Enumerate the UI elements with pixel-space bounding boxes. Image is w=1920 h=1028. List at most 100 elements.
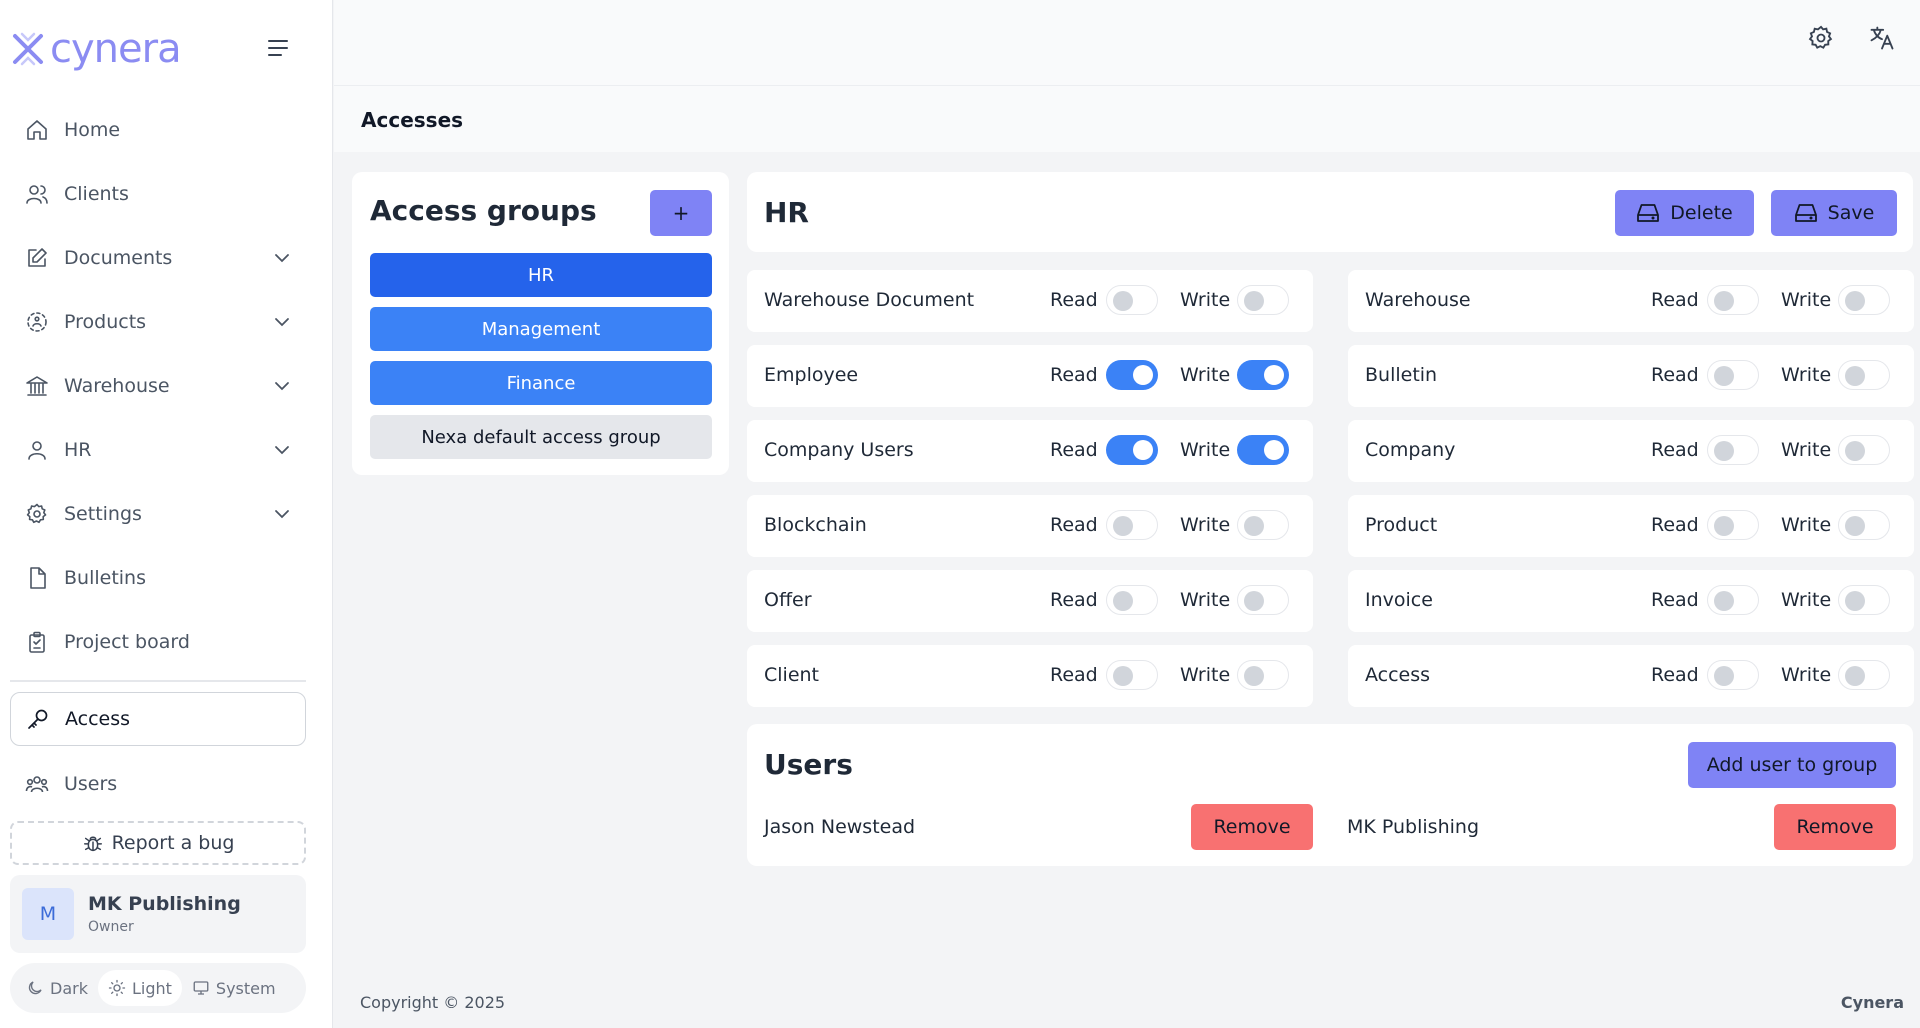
read-toggle[interactable] — [1707, 285, 1759, 315]
brand-logo[interactable]: cynera — [10, 26, 182, 72]
write-toggle[interactable] — [1237, 585, 1289, 615]
key-icon — [25, 706, 51, 732]
translate-icon[interactable] — [1868, 24, 1896, 52]
permission-row: Invoice Read Write — [1348, 570, 1914, 632]
theme-light-label: Light — [131, 978, 172, 998]
read-toggle[interactable] — [1106, 285, 1158, 315]
remove-user-button[interactable]: Remove — [1191, 804, 1313, 850]
users-icon — [24, 181, 50, 207]
write-toggle[interactable] — [1838, 585, 1890, 615]
chevron-down-icon[interactable] — [272, 376, 292, 396]
permission-row: Company Users Read Write — [747, 420, 1313, 482]
read-toggle[interactable] — [1106, 510, 1158, 540]
access-group-item[interactable]: Finance — [370, 361, 712, 405]
sidebar-item-label: Project board — [64, 631, 190, 653]
read-label: Read — [1050, 364, 1098, 386]
chevron-down-icon[interactable] — [272, 248, 292, 268]
access-group-item[interactable]: Management — [370, 307, 712, 351]
write-toggle[interactable] — [1838, 360, 1890, 390]
footer-brand: Cynera — [1840, 993, 1904, 1012]
chevron-down-icon[interactable] — [272, 312, 292, 332]
sidebar-item-label: Access — [65, 708, 131, 730]
sidebar-item-project-board[interactable]: Project board — [10, 610, 306, 674]
write-toggle[interactable] — [1237, 360, 1289, 390]
sidebar-item-access[interactable]: Access — [10, 692, 306, 746]
write-toggle[interactable] — [1838, 435, 1890, 465]
write-toggle[interactable] — [1237, 435, 1289, 465]
profile-role: Owner — [88, 919, 134, 935]
permission-name: Invoice — [1365, 589, 1433, 611]
sidebar-item-documents[interactable]: Documents — [10, 226, 306, 290]
write-label: Write — [1180, 289, 1231, 311]
write-toggle[interactable] — [1237, 660, 1289, 690]
menu-toggle-icon[interactable] — [268, 40, 294, 62]
write-label: Write — [1180, 664, 1231, 686]
monitor-icon — [193, 981, 209, 995]
permission-name: Warehouse — [1365, 289, 1471, 311]
save-button[interactable]: Save — [1771, 190, 1897, 236]
add-group-button[interactable]: + — [650, 190, 712, 236]
read-label: Read — [1651, 439, 1699, 461]
sun-icon — [108, 979, 126, 997]
gear-icon[interactable] — [1807, 24, 1835, 52]
remove-user-button[interactable]: Remove — [1774, 804, 1896, 850]
sidebar-item-bulletins[interactable]: Bulletins — [10, 546, 306, 610]
read-toggle[interactable] — [1707, 585, 1759, 615]
permission-row: Warehouse Document Read Write — [747, 270, 1313, 332]
clipboard-icon — [24, 629, 50, 655]
user-profile-card[interactable]: M MK Publishing Owner — [10, 875, 306, 953]
sidebar-item-label: Bulletins — [64, 567, 146, 589]
group-detail-header: HR Delete Save — [747, 172, 1913, 252]
write-label: Write — [1781, 364, 1832, 386]
sidebar-item-warehouse[interactable]: Warehouse — [10, 354, 306, 418]
read-label: Read — [1651, 364, 1699, 386]
permission-name: Warehouse Document — [764, 289, 975, 311]
report-bug-button[interactable]: Report a bug — [10, 821, 306, 865]
brand-name: cynera — [50, 26, 182, 72]
chevron-down-icon[interactable] — [272, 440, 292, 460]
read-label: Read — [1050, 514, 1098, 536]
read-label: Read — [1050, 664, 1098, 686]
sidebar-item-clients[interactable]: Clients — [10, 162, 306, 226]
theme-dark-label: Dark — [50, 978, 88, 998]
permission-row: Bulletin Read Write — [1348, 345, 1914, 407]
read-toggle[interactable] — [1106, 360, 1158, 390]
group-detail-title: HR — [764, 196, 809, 229]
write-toggle[interactable] — [1237, 285, 1289, 315]
theme-system-option[interactable]: System — [182, 970, 286, 1006]
page-title: Accesses — [361, 108, 464, 132]
write-toggle[interactable] — [1838, 660, 1890, 690]
read-toggle[interactable] — [1707, 435, 1759, 465]
access-group-item[interactable]: Nexa default access group — [370, 415, 712, 459]
read-toggle[interactable] — [1707, 360, 1759, 390]
permission-row: Access Read Write — [1348, 645, 1914, 707]
read-toggle[interactable] — [1707, 510, 1759, 540]
sidebar-item-users[interactable]: Users — [10, 752, 306, 816]
write-toggle[interactable] — [1838, 510, 1890, 540]
access-group-item[interactable]: HR — [370, 253, 712, 297]
sidebar-item-hr[interactable]: HR — [10, 418, 306, 482]
write-toggle[interactable] — [1838, 285, 1890, 315]
write-label: Write — [1781, 589, 1832, 611]
sidebar-users-wrap: Users — [10, 752, 306, 816]
read-toggle[interactable] — [1707, 660, 1759, 690]
write-label: Write — [1180, 364, 1231, 386]
group-icon — [24, 771, 50, 797]
add-user-to-group-button[interactable]: Add user to group — [1688, 742, 1896, 788]
delete-button[interactable]: Delete — [1615, 190, 1754, 236]
sidebar-item-home[interactable]: Home — [10, 98, 306, 162]
permission-name: Employee — [764, 364, 859, 386]
drive-icon — [1637, 204, 1660, 222]
sidebar-item-label: Documents — [64, 247, 173, 269]
sidebar-item-settings[interactable]: Settings — [10, 482, 306, 546]
read-toggle[interactable] — [1106, 435, 1158, 465]
read-toggle[interactable] — [1106, 585, 1158, 615]
theme-light-option[interactable]: Light — [97, 970, 182, 1006]
write-label: Write — [1781, 289, 1832, 311]
read-toggle[interactable] — [1106, 660, 1158, 690]
sidebar-item-label: Settings — [64, 503, 142, 525]
chevron-down-icon[interactable] — [272, 504, 292, 524]
theme-dark-option[interactable]: Dark — [16, 970, 98, 1006]
write-toggle[interactable] — [1237, 510, 1289, 540]
sidebar-item-products[interactable]: Products — [10, 290, 306, 354]
